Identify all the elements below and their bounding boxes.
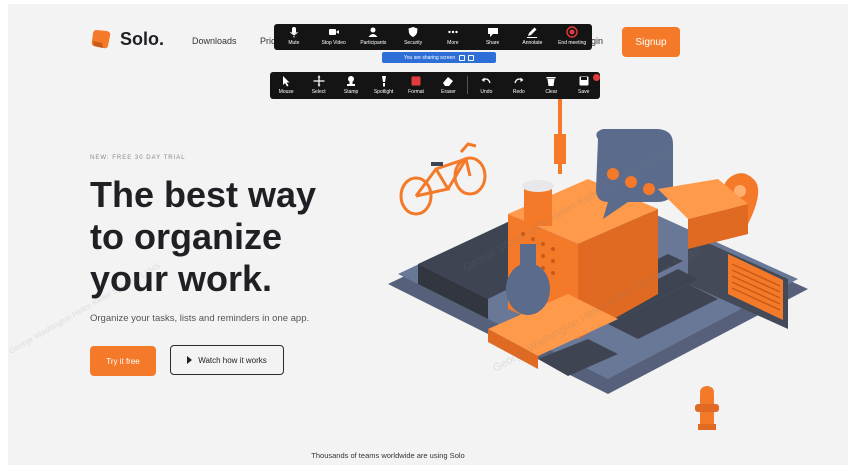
- save-icon: [579, 76, 589, 86]
- video-camera-icon: [328, 29, 339, 35]
- social-proof-text: Thousands of teams worldwide are using S…: [311, 451, 465, 460]
- microphone-icon: [289, 27, 298, 38]
- annotate-mouse[interactable]: Mouse: [272, 75, 300, 95]
- pause-share-icon[interactable]: [459, 54, 466, 61]
- headline-line-1: The best way: [90, 174, 317, 215]
- hero-eyebrow: NEW: FREE 30 DAY TRIAL: [90, 155, 186, 161]
- annotate-save-label: Save: [578, 89, 590, 95]
- watch-video-button[interactable]: Watch how it works: [170, 345, 284, 375]
- toolbar-annotate-label: Annotate: [522, 40, 543, 46]
- undo-icon: [481, 77, 492, 84]
- nav-login[interactable]: gin: [591, 36, 603, 46]
- annotate-stamp-label: Stamp: [343, 89, 359, 95]
- annotate-select-label: Select: [311, 89, 326, 95]
- participants-icon: [368, 27, 378, 37]
- toolbar-share-label: Share: [485, 40, 500, 46]
- annotate-spotlight[interactable]: Spotlight: [370, 75, 398, 95]
- pencil-icon: [527, 27, 538, 38]
- meeting-toolbar: Mute Stop Video Participants Security Mo…: [274, 24, 592, 50]
- annotate-eraser-label: Eraser: [441, 89, 456, 95]
- move-icon: [313, 75, 325, 87]
- toolbar-share[interactable]: Share: [476, 26, 510, 46]
- eraser-icon: [443, 77, 454, 86]
- toolbar-participants-label: Participants: [360, 40, 387, 46]
- toolbar-stop-video[interactable]: Stop Video: [317, 26, 351, 46]
- screen-share-notice-text: You are sharing screen: [403, 54, 456, 61]
- signup-button[interactable]: Signup: [622, 27, 680, 57]
- shield-icon: [408, 27, 418, 37]
- watch-video-label: Watch how it works: [198, 355, 267, 365]
- nav-downloads[interactable]: Downloads: [192, 36, 237, 46]
- annotate-redo[interactable]: Redo: [505, 75, 533, 95]
- brand-logo[interactable]: Solo.: [90, 28, 164, 50]
- annotate-clear[interactable]: Clear: [537, 75, 565, 95]
- headline-line-3: your work.: [90, 258, 273, 299]
- redo-icon: [514, 77, 524, 84]
- toolbar-stop-video-label: Stop Video: [321, 40, 346, 46]
- toolbar-mute-label: Mute: [288, 40, 300, 46]
- stamp-icon: [347, 76, 356, 86]
- logo-mark-icon: [91, 30, 111, 49]
- annotation-toolbar: Mouse Select Stamp Spotlight Format Eras…: [270, 72, 600, 99]
- try-free-button[interactable]: Try it free: [90, 346, 156, 376]
- close-annotation-icon[interactable]: [593, 74, 600, 81]
- trash-icon: [546, 77, 556, 86]
- cursor-icon: [283, 76, 290, 87]
- toolbar-mute[interactable]: Mute: [277, 26, 311, 46]
- toolbar-divider: [466, 76, 468, 94]
- stop-share-icon[interactable]: [468, 54, 475, 61]
- toolbar-security[interactable]: Security: [396, 26, 430, 46]
- spotlight-icon: [381, 76, 386, 87]
- hero-headline: The best way to organize your work.: [90, 174, 316, 300]
- annotate-format-label: Format: [408, 89, 424, 95]
- record-stop-icon: [566, 26, 578, 38]
- headline-line-2: to organize: [90, 216, 283, 257]
- annotate-select[interactable]: Select: [305, 75, 333, 95]
- annotate-clear-label: Clear: [545, 89, 558, 95]
- annotate-format[interactable]: Format: [402, 75, 430, 95]
- toolbar-end-label: End meeting: [558, 40, 587, 46]
- toolbar-more[interactable]: More: [436, 26, 470, 46]
- annotate-undo-label: Undo: [480, 89, 493, 95]
- fire-hydrant-illustration: [695, 386, 719, 430]
- bicycle-illustration: [399, 142, 487, 216]
- more-dots-icon: [448, 30, 458, 34]
- toolbar-end[interactable]: End meeting: [555, 26, 589, 46]
- toolbar-participants[interactable]: Participants: [356, 26, 390, 46]
- annotate-stamp[interactable]: Stamp: [337, 75, 365, 95]
- screen-share-notice: You are sharing screen: [382, 52, 496, 63]
- annotate-spotlight-label: Spotlight: [373, 89, 394, 95]
- share-icon: [487, 28, 498, 37]
- toolbar-security-label: Security: [404, 40, 423, 46]
- annotate-eraser[interactable]: Eraser: [434, 75, 462, 95]
- brand-name: Solo.: [120, 28, 164, 49]
- landing-page: Solo. Downloads Pric gin Signup NEW: FRE…: [8, 4, 848, 465]
- hero-subtext: Organize your tasks, lists and reminders…: [90, 313, 310, 324]
- play-icon: [187, 356, 193, 364]
- toolbar-more-label: More: [447, 40, 459, 46]
- annotate-undo[interactable]: Undo: [472, 75, 500, 95]
- toolbar-annotate[interactable]: Annotate: [515, 26, 549, 46]
- annotate-mouse-label: Mouse: [278, 89, 294, 95]
- format-icon: [411, 76, 421, 86]
- annotate-redo-label: Redo: [512, 89, 525, 95]
